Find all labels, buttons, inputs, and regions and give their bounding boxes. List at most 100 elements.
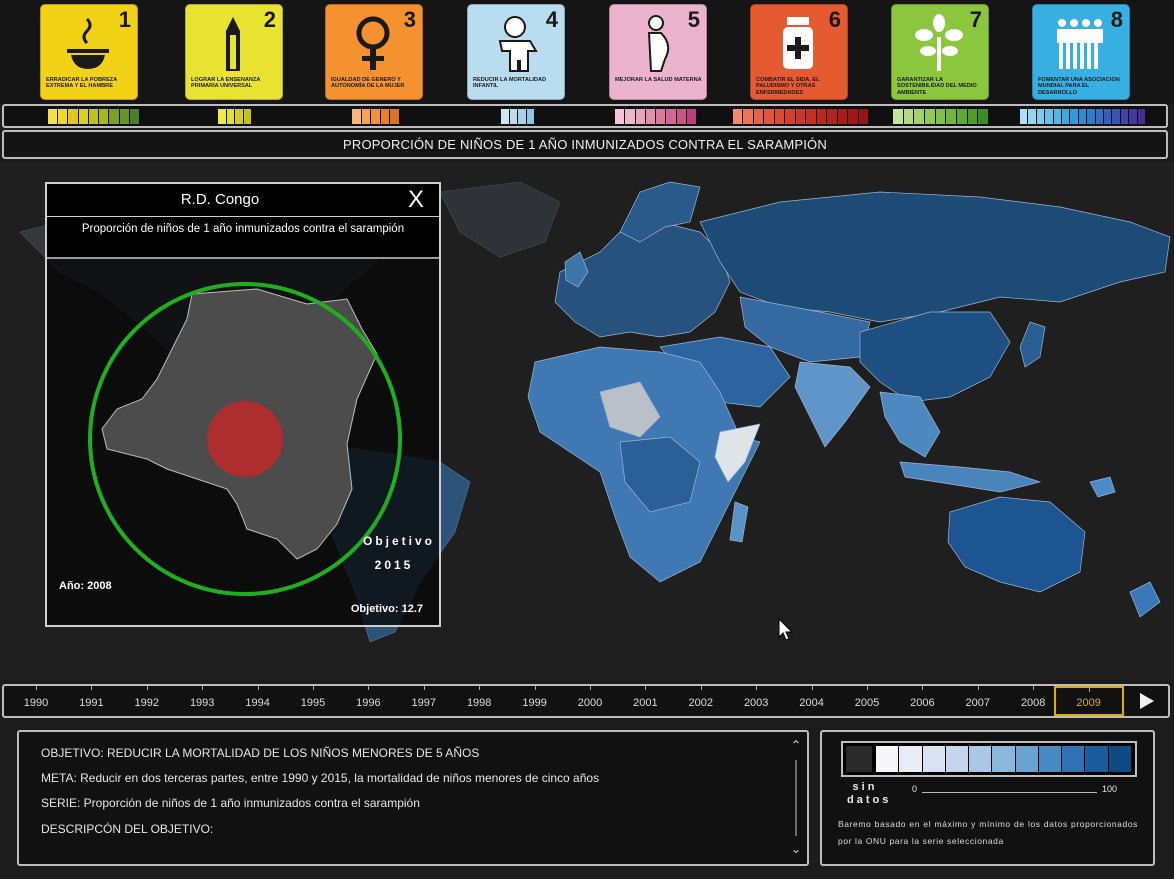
indicator-stripe[interactable] bbox=[1104, 109, 1112, 124]
indicator-stripe[interactable] bbox=[243, 109, 251, 124]
year-1992[interactable]: 1992 bbox=[122, 686, 172, 716]
indicator-stripe[interactable] bbox=[615, 109, 625, 124]
indicator-stripe[interactable] bbox=[390, 109, 399, 124]
indicator-stripe[interactable] bbox=[925, 109, 935, 124]
scroll-track[interactable] bbox=[795, 760, 797, 836]
indicator-stripe[interactable] bbox=[686, 109, 696, 124]
indicator-stripe[interactable] bbox=[1112, 109, 1120, 124]
indicator-stripe[interactable] bbox=[827, 109, 837, 124]
indicator-stripe[interactable] bbox=[1028, 109, 1036, 124]
indicator-stripe[interactable] bbox=[774, 109, 785, 124]
indicator-stripe[interactable] bbox=[1137, 109, 1146, 124]
year-1991[interactable]: 1991 bbox=[66, 686, 116, 716]
indicator-stripe[interactable] bbox=[518, 109, 526, 124]
indicator-stripe[interactable] bbox=[218, 109, 226, 124]
indicator-stripe[interactable] bbox=[795, 109, 806, 124]
indicator-stripe[interactable] bbox=[946, 109, 957, 124]
indicator-stripe[interactable] bbox=[1062, 109, 1070, 124]
indicator-stripe[interactable] bbox=[893, 109, 903, 124]
indicator-stripe[interactable] bbox=[1036, 109, 1045, 124]
year-1993[interactable]: 1993 bbox=[177, 686, 227, 716]
indicator-stripe[interactable] bbox=[1095, 109, 1104, 124]
goal-tile-3[interactable]: 3 Igualdad de género y autonomía de la m… bbox=[325, 4, 423, 100]
indicator-stripe[interactable] bbox=[352, 109, 361, 124]
indicator-stripe[interactable] bbox=[848, 109, 858, 124]
indicator-stripes-goal-4[interactable] bbox=[501, 109, 535, 124]
indicator-stripe[interactable] bbox=[635, 109, 645, 124]
year-1996[interactable]: 1996 bbox=[343, 686, 393, 716]
year-1995[interactable]: 1995 bbox=[288, 686, 338, 716]
indicator-stripe[interactable] bbox=[743, 109, 753, 124]
indicator-stripe[interactable] bbox=[1120, 109, 1129, 124]
indicator-stripe[interactable] bbox=[371, 109, 380, 124]
indicator-stripes-goal-6[interactable] bbox=[733, 109, 869, 124]
indicator-stripe[interactable] bbox=[226, 109, 234, 124]
indicator-stripe[interactable] bbox=[501, 109, 509, 124]
indicator-stripe[interactable] bbox=[914, 109, 925, 124]
indicator-stripe[interactable] bbox=[676, 109, 686, 124]
indicator-stripe[interactable] bbox=[1087, 109, 1095, 124]
indicator-stripe[interactable] bbox=[88, 109, 99, 124]
indicator-stripe[interactable] bbox=[129, 109, 139, 124]
indicator-stripe[interactable] bbox=[816, 109, 827, 124]
indicator-stripe[interactable] bbox=[235, 109, 243, 124]
year-1999[interactable]: 1999 bbox=[510, 686, 560, 716]
indicator-stripe[interactable] bbox=[380, 109, 390, 124]
indicator-stripe[interactable] bbox=[109, 109, 119, 124]
indicator-stripe[interactable] bbox=[58, 109, 68, 124]
indicator-stripe[interactable] bbox=[509, 109, 517, 124]
indicator-stripe[interactable] bbox=[361, 109, 371, 124]
indicator-stripe[interactable] bbox=[119, 109, 129, 124]
indicator-stripe[interactable] bbox=[1070, 109, 1078, 124]
play-icon[interactable] bbox=[1126, 686, 1166, 716]
goal-tile-8[interactable]: 8 Fomentar una asociación mundial para e… bbox=[1032, 4, 1130, 100]
indicator-stripes-goal-2[interactable] bbox=[218, 109, 252, 124]
indicator-stripe[interactable] bbox=[935, 109, 946, 124]
goal-tile-1[interactable]: 1 Erradicar la pobreza extrema y el hamb… bbox=[40, 4, 138, 100]
indicator-stripe[interactable] bbox=[1053, 109, 1062, 124]
indicator-stripe[interactable] bbox=[733, 109, 743, 124]
scroll-down-icon[interactable]: ⌄ bbox=[789, 842, 803, 856]
indicator-stripes-goal-7[interactable] bbox=[893, 109, 989, 124]
year-2005[interactable]: 2005 bbox=[842, 686, 892, 716]
indicator-stripe[interactable] bbox=[785, 109, 795, 124]
scroll-up-icon[interactable]: ⌃ bbox=[789, 738, 803, 752]
indicator-stripe[interactable] bbox=[1045, 109, 1053, 124]
indicator-stripe[interactable] bbox=[903, 109, 914, 124]
indicator-stripe[interactable] bbox=[858, 109, 869, 124]
indicator-stripe[interactable] bbox=[78, 109, 88, 124]
year-2000[interactable]: 2000 bbox=[565, 686, 615, 716]
indicator-stripe[interactable] bbox=[837, 109, 848, 124]
year-1997[interactable]: 1997 bbox=[399, 686, 449, 716]
indicator-stripe[interactable] bbox=[764, 109, 774, 124]
year-1998[interactable]: 1998 bbox=[454, 686, 504, 716]
year-2002[interactable]: 2002 bbox=[676, 686, 726, 716]
indicator-stripe[interactable] bbox=[957, 109, 967, 124]
goal-tile-5[interactable]: 5 Mejorar la salud materna bbox=[609, 4, 707, 100]
year-2008[interactable]: 2008 bbox=[1008, 686, 1058, 716]
goal-tile-4[interactable]: 4 Reducir la mortalidad infantil bbox=[467, 4, 565, 100]
indicator-stripe[interactable] bbox=[68, 109, 78, 124]
indicator-stripes-goal-8[interactable] bbox=[1020, 109, 1146, 124]
indicator-stripes-goal-1[interactable] bbox=[48, 109, 140, 124]
indicator-stripe[interactable] bbox=[753, 109, 764, 124]
info-scrollbar[interactable]: ⌃ ⌄ bbox=[789, 738, 803, 858]
indicator-stripe[interactable] bbox=[48, 109, 58, 124]
indicator-stripes-goal-5[interactable] bbox=[615, 109, 697, 124]
goal-tile-2[interactable]: 2 Lograr la enseñanza primaria universal bbox=[185, 4, 283, 100]
indicator-stripe[interactable] bbox=[656, 109, 666, 124]
indicator-stripe[interactable] bbox=[99, 109, 109, 124]
year-1990[interactable]: 1990 bbox=[11, 686, 61, 716]
year-2004[interactable]: 2004 bbox=[787, 686, 837, 716]
indicator-stripe[interactable] bbox=[645, 109, 655, 124]
goal-tile-7[interactable]: 7 Garantizar la sostenibilidad del medio… bbox=[891, 4, 989, 100]
year-2003[interactable]: 2003 bbox=[731, 686, 781, 716]
indicator-stripe[interactable] bbox=[1129, 109, 1137, 124]
year-2001[interactable]: 2001 bbox=[620, 686, 670, 716]
indicator-stripe[interactable] bbox=[1020, 109, 1028, 124]
year-1994[interactable]: 1994 bbox=[233, 686, 283, 716]
indicator-stripes-goal-3[interactable] bbox=[352, 109, 400, 124]
indicator-stripe[interactable] bbox=[526, 109, 534, 124]
indicator-stripe[interactable] bbox=[1078, 109, 1087, 124]
goal-tile-6[interactable]: 6 Combatir el SIDA, el paludismo y otras… bbox=[750, 4, 848, 100]
